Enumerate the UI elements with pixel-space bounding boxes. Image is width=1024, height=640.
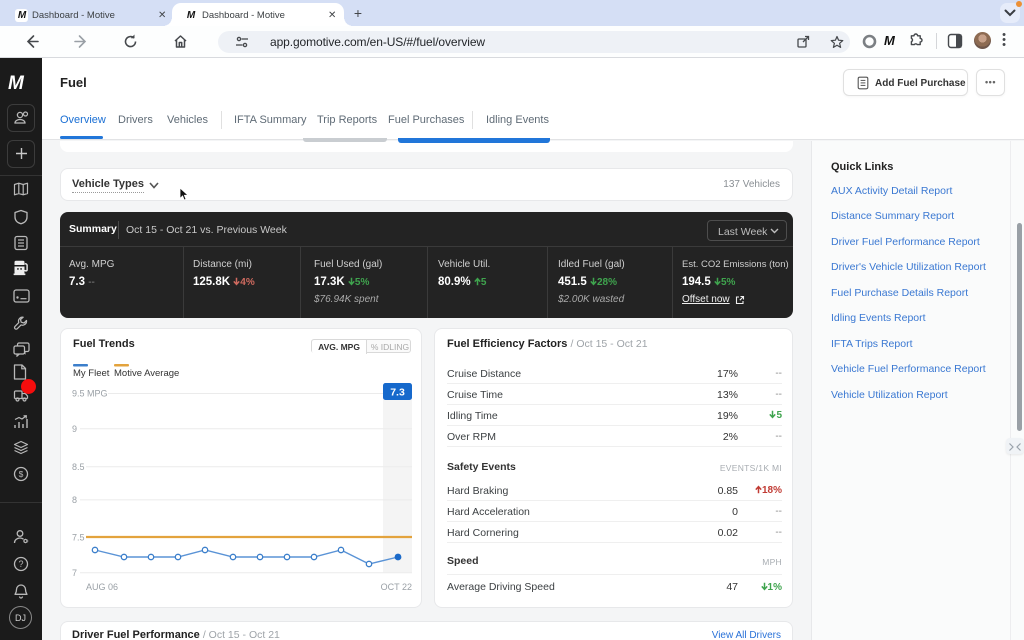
svg-text:7.3: 7.3 (390, 387, 405, 399)
svg-text:?: ? (18, 559, 23, 569)
svg-text:$: $ (19, 469, 24, 479)
svg-text:7.5: 7.5 (72, 533, 85, 543)
svg-text:My Fleet: My Fleet (73, 368, 110, 379)
svg-text:7: 7 (72, 568, 77, 578)
svg-text:9: 9 (72, 424, 77, 434)
svg-text:8: 8 (72, 495, 77, 505)
svg-text:Motive Average: Motive Average (114, 368, 179, 379)
svg-text:9.5 MPG: 9.5 MPG (72, 389, 108, 399)
svg-text:AUG 06: AUG 06 (86, 582, 118, 592)
svg-text:OCT 22: OCT 22 (381, 582, 412, 592)
svg-text:8.5: 8.5 (72, 462, 85, 472)
